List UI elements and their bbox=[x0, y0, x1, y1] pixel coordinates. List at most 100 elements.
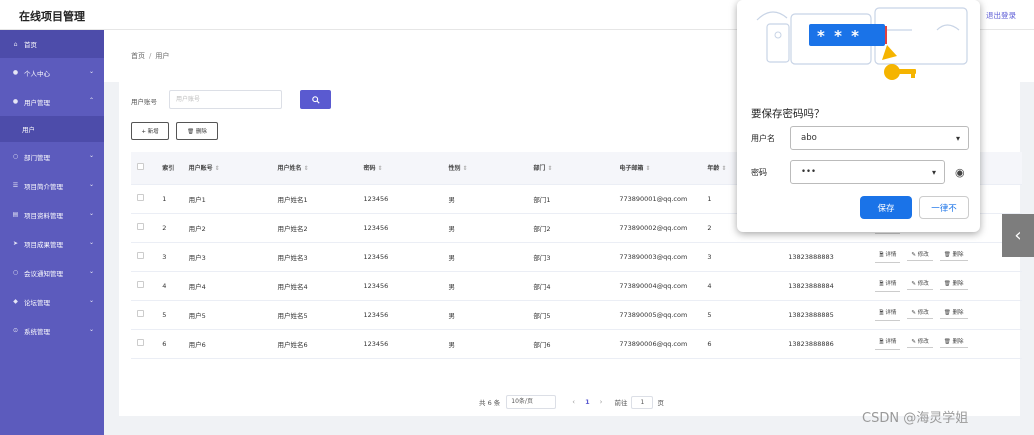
username-value: abo bbox=[801, 133, 817, 143]
password-illustration: * * * bbox=[737, 0, 980, 95]
current-page[interactable]: 1 bbox=[585, 398, 590, 406]
row-checkbox[interactable] bbox=[137, 310, 144, 317]
select-all-header bbox=[131, 152, 157, 185]
shield-icon: ◆ bbox=[13, 298, 18, 305]
sidebar-item-project-intro[interactable]: ☰ 项目简介管理 ⌄ bbox=[0, 171, 104, 200]
row-delete-button[interactable]: 🗑 删除 bbox=[939, 337, 968, 348]
username-select[interactable]: abo ▾ bbox=[790, 126, 969, 150]
dialog-title: 要保存密码吗？ bbox=[751, 108, 825, 120]
edit-button[interactable]: ✎ 修改 bbox=[907, 279, 933, 290]
header-account[interactable]: 用户账号 ⇕ bbox=[182, 152, 272, 185]
cell-index: 3 bbox=[156, 242, 183, 272]
header-name[interactable]: 用户姓名 ⇕ bbox=[271, 152, 358, 185]
row-delete-button[interactable]: 🗑 删除 bbox=[939, 250, 968, 261]
sidebar-item-label: 用户 bbox=[22, 126, 35, 134]
edit-button[interactable]: ✎ 修改 bbox=[907, 337, 933, 348]
cell-email: 773890003@qq.com bbox=[613, 242, 702, 272]
never-save-button[interactable]: 一律不 bbox=[919, 196, 969, 219]
detail-button[interactable]: 🗎 详情 bbox=[875, 337, 901, 350]
sidebar-item-user-management[interactable]: ● 用户管理 ⌃ bbox=[0, 87, 104, 116]
cell-name: 用户姓名4 bbox=[271, 271, 358, 301]
sidebar-item-label: 论坛管理 bbox=[24, 298, 50, 307]
header-email[interactable]: 电子邮箱 ⇕ bbox=[613, 152, 702, 185]
delete-button[interactable]: 🗑 删除 bbox=[176, 122, 218, 140]
chevron-down-icon: ⌄ bbox=[88, 268, 94, 275]
row-checkbox[interactable] bbox=[137, 281, 144, 288]
cell-account: 用户2 bbox=[182, 213, 272, 243]
sidebar-item-project-docs[interactable]: ▤ 项目资料管理 ⌄ bbox=[0, 200, 104, 229]
cell-name: 用户姓名6 bbox=[271, 329, 358, 359]
row-delete-button[interactable]: 🗑 删除 bbox=[939, 279, 968, 290]
cell-password: 123456 bbox=[357, 329, 443, 359]
sidebar-item-home[interactable]: ⌂ 首页 bbox=[0, 30, 104, 58]
cell-actions: 🗎 详情 ✎ 修改 🗑 删除 bbox=[869, 242, 1022, 272]
sidebar-item-label: 项目资料管理 bbox=[24, 211, 63, 220]
header-password[interactable]: 密码 ⇕ bbox=[357, 152, 443, 185]
cell-index: 2 bbox=[156, 213, 183, 243]
chevron-down-icon: ⌄ bbox=[88, 239, 94, 246]
sidebar-item-system[interactable]: ⊙ 系统管理 ⌄ bbox=[0, 316, 104, 345]
app-title: 在线项目管理 bbox=[19, 10, 85, 23]
logout-link[interactable]: 退出登录 bbox=[986, 10, 1016, 21]
detail-button[interactable]: 🗎 详情 bbox=[875, 279, 901, 292]
collapse-tab-button[interactable]: ‹ bbox=[1002, 214, 1034, 257]
goto-input[interactable]: 1 bbox=[631, 395, 654, 409]
cell-actions: 🗎 详情 ✎ 修改 🗑 删除 bbox=[869, 300, 1022, 330]
sidebar-item-label: 部门管理 bbox=[24, 153, 50, 162]
chevron-down-icon: ⌄ bbox=[88, 181, 94, 188]
detail-button[interactable]: 🗎 详情 bbox=[875, 308, 901, 321]
search-label: 用户账号 bbox=[131, 98, 157, 106]
password-select[interactable]: ••• ▾ bbox=[790, 160, 945, 184]
row-delete-button[interactable]: 🗑 删除 bbox=[939, 308, 968, 319]
save-password-button[interactable]: 保存 bbox=[860, 196, 912, 219]
header-gender[interactable]: 性别 ⇕ bbox=[442, 152, 528, 185]
cell-email: 773890006@qq.com bbox=[613, 329, 702, 359]
cell-password: 123456 bbox=[357, 242, 443, 272]
circle-icon: ○ bbox=[12, 269, 19, 276]
select-all-checkbox[interactable] bbox=[137, 163, 144, 171]
cell-department: 部门6 bbox=[527, 329, 614, 359]
cell-department: 部门1 bbox=[527, 184, 614, 214]
cell-name: 用户姓名3 bbox=[271, 242, 358, 272]
table-row: 3 用户3 用户姓名3 123456 男 部门3 773890003@qq.co… bbox=[131, 242, 1022, 272]
search-input[interactable]: 用户账号 bbox=[169, 90, 282, 109]
sidebar-item-label: 项目简介管理 bbox=[24, 182, 63, 191]
page-size-select[interactable]: 10条/页 bbox=[506, 395, 557, 409]
detail-button[interactable]: 🗎 详情 bbox=[875, 250, 901, 263]
sidebar-item-forum[interactable]: ◆ 论坛管理 ⌄ bbox=[0, 287, 104, 316]
row-checkbox[interactable] bbox=[137, 339, 144, 346]
sidebar-item-label: 用户管理 bbox=[24, 98, 50, 107]
cell-gender: 男 bbox=[442, 242, 528, 272]
add-button[interactable]: + 新增 bbox=[131, 122, 169, 140]
next-page-button[interactable]: › bbox=[600, 398, 603, 406]
cell-gender: 男 bbox=[442, 184, 528, 214]
row-checkbox[interactable] bbox=[137, 223, 144, 230]
search-button[interactable] bbox=[300, 90, 331, 109]
sidebar-item-departments[interactable]: ○ 部门管理 ⌄ bbox=[0, 142, 104, 171]
row-checkbox[interactable] bbox=[137, 252, 144, 259]
sidebar-item-profile[interactable]: ● 个人中心 ⌄ bbox=[0, 58, 104, 87]
sidebar-item-label: 会议通知管理 bbox=[24, 269, 63, 278]
breadcrumb: 首页 / 用户 bbox=[131, 51, 169, 61]
breadcrumb-home[interactable]: 首页 bbox=[131, 52, 145, 60]
circle-icon: ○ bbox=[12, 153, 19, 160]
cell-index: 5 bbox=[156, 300, 183, 330]
table-row: 5 用户5 用户姓名5 123456 男 部门5 773890005@qq.co… bbox=[131, 300, 1022, 330]
cell-department: 部门2 bbox=[527, 213, 614, 243]
password-value: ••• bbox=[801, 167, 817, 177]
cell-phone: 13823888884 bbox=[782, 271, 870, 301]
chevron-left-icon: ‹ bbox=[1014, 225, 1022, 246]
table-row: 4 用户4 用户姓名4 123456 男 部门4 773890004@qq.co… bbox=[131, 271, 1022, 301]
sidebar-item-meetings[interactable]: ○ 会议通知管理 ⌄ bbox=[0, 258, 104, 287]
eye-icon[interactable]: ◉ bbox=[955, 166, 965, 179]
row-checkbox[interactable] bbox=[137, 194, 144, 201]
cell-email: 773890004@qq.com bbox=[613, 271, 702, 301]
edit-button[interactable]: ✎ 修改 bbox=[907, 308, 933, 319]
sidebar-item-label: 系统管理 bbox=[24, 327, 50, 336]
edit-button[interactable]: ✎ 修改 bbox=[907, 250, 933, 261]
prev-page-button[interactable]: ‹ bbox=[572, 398, 575, 406]
user-icon: ● bbox=[12, 98, 19, 105]
header-department[interactable]: 部门 ⇕ bbox=[527, 152, 614, 185]
sidebar-item-users[interactable]: 用户 bbox=[0, 116, 104, 142]
sidebar-item-project-results[interactable]: ➤ 项目成果管理 ⌄ bbox=[0, 229, 104, 258]
